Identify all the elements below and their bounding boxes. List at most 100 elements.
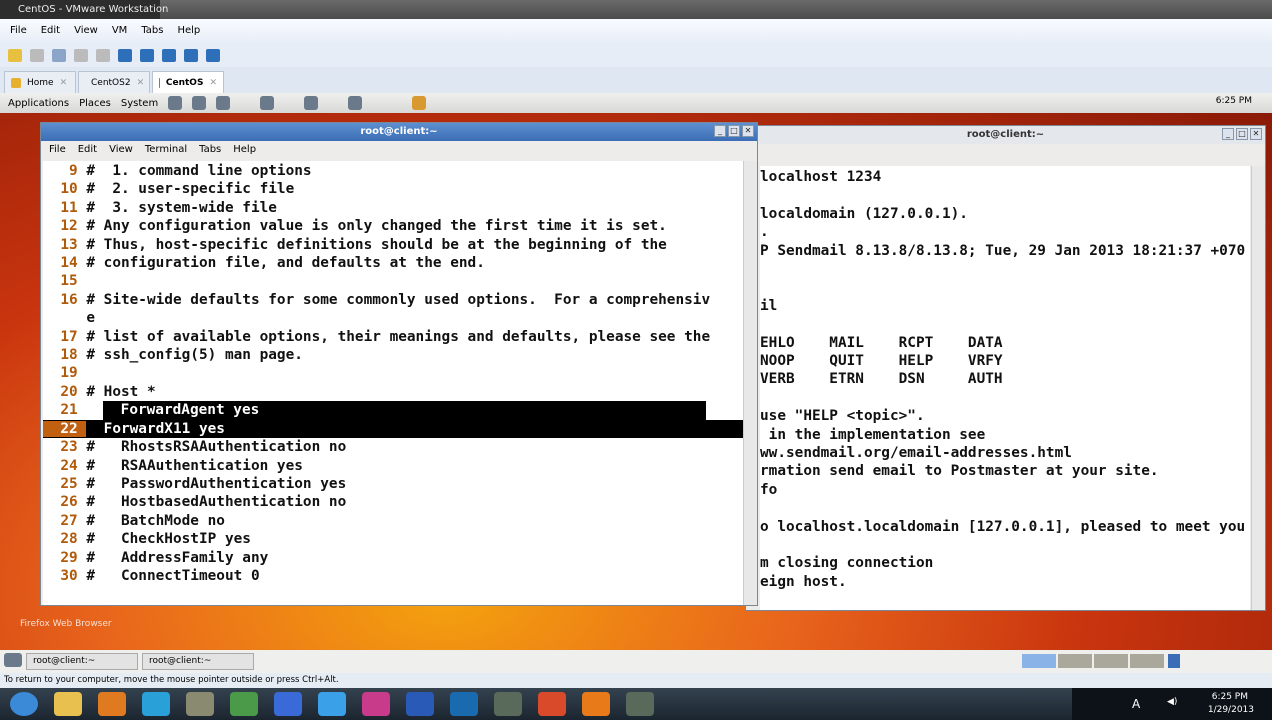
menu-terminal[interactable]: Terminal [145,144,187,158]
editor-line: 24 # RSAAuthentication yes [43,457,743,475]
window-title: root@client:~ [41,123,757,141]
close-icon[interactable]: ✕ [209,78,217,88]
terminal-output[interactable]: localhost 1234 localdomain (127.0.0.1).. P… [760,166,1250,610]
line-text: # Thus, host-specific definitions should… [86,236,667,253]
media-player-icon[interactable] [98,692,126,716]
minimize-icon[interactable]: _ [1222,128,1234,140]
revert-snapshot-icon[interactable] [74,48,88,62]
menu-tabs[interactable]: Tabs [199,144,221,158]
start-button-icon[interactable] [10,692,38,716]
taskbar-item-terminal-2[interactable]: root@client:~ [142,653,254,670]
line-number: 16 [43,291,87,308]
word-icon[interactable] [406,692,434,716]
workspace-1[interactable] [1022,654,1056,668]
workspace-4[interactable] [1130,654,1164,668]
menu-view[interactable]: View [74,25,98,37]
line-number: 10 [43,181,87,198]
desktop-icon-label[interactable]: Firefox Web Browser [20,619,112,629]
vmware-icon[interactable] [142,692,170,716]
terminal-app-icon[interactable] [494,692,522,716]
tray-date[interactable]: 1/29/2013 [1208,705,1254,715]
tab-home[interactable]: Home ✕ [4,71,76,93]
screen-icon[interactable] [260,96,275,110]
line-text: # ssh_config(5) man page. [86,347,303,364]
line-number: 11 [43,199,87,216]
firefox-icon[interactable] [582,692,610,716]
windows-taskbar: A ◀) 6:25 PM 1/29/2013 [0,688,1272,720]
scrollbar[interactable] [1251,166,1265,610]
send-ctrl-alt-del-icon[interactable] [30,48,44,62]
powerpoint-icon[interactable] [538,692,566,716]
trash-icon[interactable] [1168,654,1180,668]
line-number: 19 [43,365,87,382]
line-number: 17 [43,328,87,345]
app-icon[interactable] [274,692,302,716]
close-icon[interactable]: ✕ [137,78,145,88]
unity-icon[interactable] [184,48,198,62]
scrollbar[interactable] [743,161,757,605]
window-controls: _ □ ✕ [1222,128,1262,140]
app-icon[interactable] [186,692,214,716]
vim-editor[interactable]: 9 # 1. command line options 10 # 2. user… [43,161,743,605]
console-view-icon[interactable] [140,48,154,62]
show-desktop-icon[interactable] [4,653,22,667]
terminal-window-1: root@client:~ _ □ ✕ File Edit View Termina… [40,122,758,606]
menu-file[interactable]: File [49,144,66,158]
browser-launcher-icon[interactable] [168,96,183,110]
workspace-3[interactable] [1094,654,1128,668]
fullscreen-icon[interactable] [162,48,176,62]
explorer-icon[interactable] [54,692,82,716]
maximize-icon[interactable]: □ [728,125,740,137]
line-text: # PasswordAuthentication yes [86,475,347,492]
menu-edit[interactable]: Edit [78,144,97,158]
terminal-launcher-icon[interactable] [216,96,231,110]
maximize-icon[interactable]: □ [1236,128,1248,140]
menu-places[interactable]: Places [79,98,111,109]
panel-clock[interactable]: 6:25 PM [1216,96,1252,106]
line-text: ForwardAgent yes [103,401,707,420]
line-number: 18 [43,347,87,364]
network-icon[interactable] [304,96,319,110]
display-icon[interactable] [348,96,363,110]
minimize-icon[interactable]: _ [714,125,726,137]
menu-tabs[interactable]: Tabs [141,25,163,37]
line-number: 12 [43,218,87,235]
app-icon[interactable] [450,692,478,716]
workspace-2[interactable] [1058,654,1092,668]
app-icon[interactable] [626,692,654,716]
editor-line: 14 # configuration file, and defaults at… [43,254,743,272]
tab-centos[interactable]: CentOS ✕ [152,71,224,93]
tray-time[interactable]: 6:25 PM [1212,692,1248,702]
close-icon[interactable]: ✕ [742,125,754,137]
line-text: # 2. user-specific file [86,181,295,198]
menu-system[interactable]: System [121,98,158,109]
volume-icon[interactable]: ◀) [1167,697,1177,707]
output-line: NOOP QUIT HELP VRFY [760,353,1003,369]
taskbar-item-terminal-1[interactable]: root@client:~ [26,653,138,670]
output-line: il [760,297,778,314]
snapshot-manager-icon[interactable] [96,48,110,62]
window-title: CentOS - VMware Workstation [18,4,169,15]
menu-edit[interactable]: Edit [41,25,60,37]
app-icon[interactable] [230,692,258,716]
line-text: # Any configuration value is only change… [86,218,667,235]
power-icon[interactable] [8,48,22,62]
menu-help[interactable]: Help [233,144,256,158]
menu-vm[interactable]: VM [112,25,127,37]
snapshot-icon[interactable] [52,48,66,62]
menu-applications[interactable]: Applications [8,98,69,109]
close-icon[interactable]: ✕ [1250,128,1262,140]
tab-centos2[interactable]: CentOS2 ✕ [78,71,150,93]
mail-launcher-icon[interactable] [192,96,207,110]
sidebar-view-icon[interactable] [118,48,132,62]
menu-help[interactable]: Help [177,25,200,37]
internet-explorer-icon[interactable] [318,692,346,716]
close-icon[interactable]: ✕ [60,78,68,88]
editor-line: 27 # BatchMode no [43,512,743,530]
menu-view[interactable]: View [109,144,133,158]
language-indicator[interactable]: A [1132,697,1140,711]
app-icon[interactable] [362,692,390,716]
quick-switch-icon[interactable] [206,48,220,62]
update-icon[interactable] [412,96,427,110]
menu-file[interactable]: File [10,25,27,37]
